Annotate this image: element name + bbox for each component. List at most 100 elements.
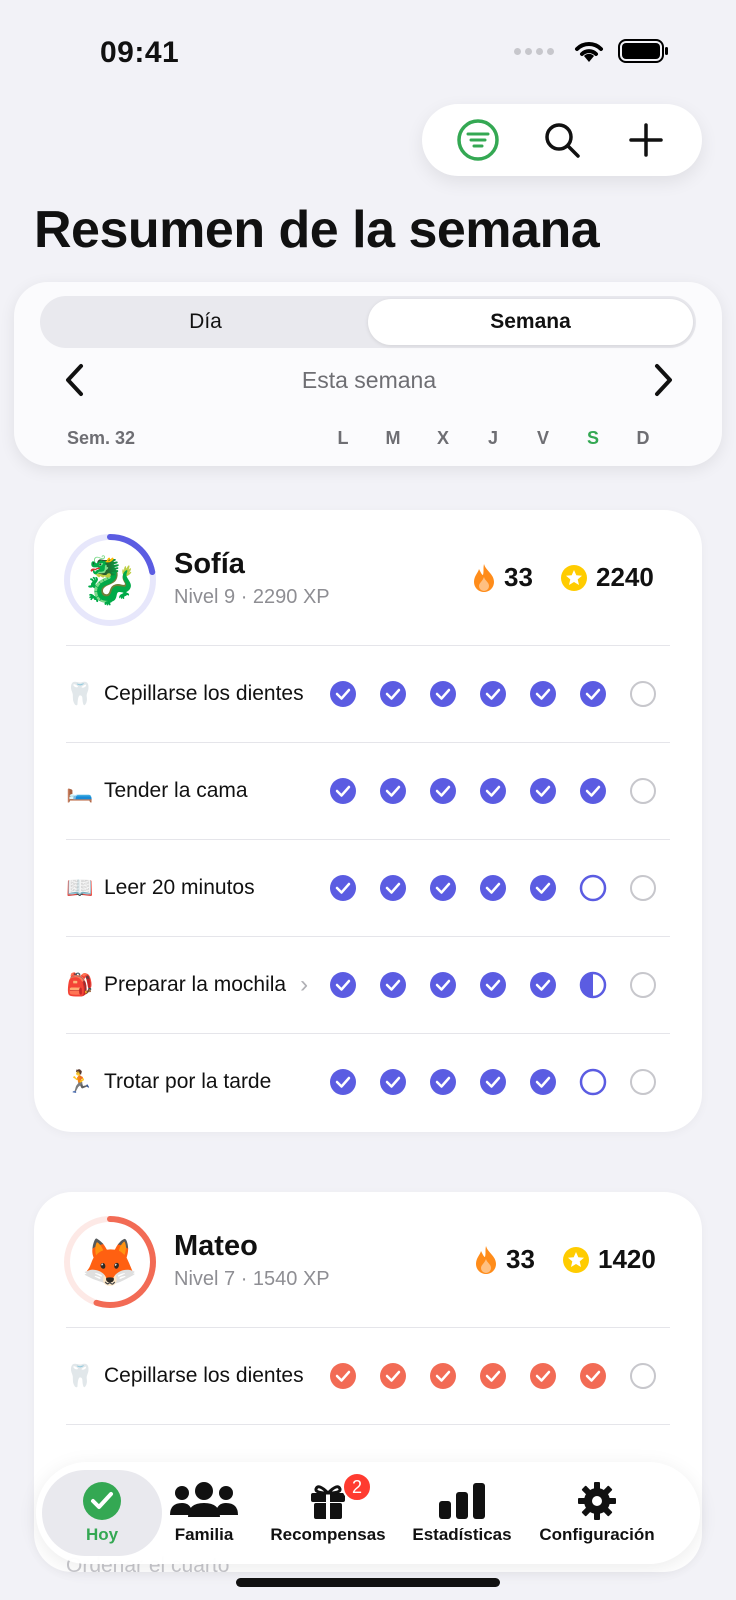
next-week-button[interactable] [644, 360, 684, 400]
task-label-button[interactable]: 📖 Leer 20 minutos [66, 840, 254, 936]
people-icon [170, 1482, 238, 1517]
battery-icon [618, 39, 668, 63]
day-status-empty[interactable] [628, 873, 658, 903]
flame-icon [476, 1245, 496, 1274]
task-row: 🎒 Preparar la mochila › [34, 937, 702, 1033]
day-status-done[interactable] [328, 970, 358, 1000]
day-status-done[interactable] [378, 1067, 408, 1097]
day-status-empty[interactable] [628, 679, 658, 709]
day-status-done[interactable] [428, 970, 458, 1000]
divider [66, 1424, 670, 1425]
day-status-done[interactable] [328, 1361, 358, 1391]
day-status-pending[interactable] [578, 873, 608, 903]
task-name: Tender la cama [104, 779, 248, 802]
tab-familia[interactable]: Familia [158, 1470, 250, 1556]
day-header: J [487, 428, 498, 448]
child-level: Nivel 7 · 1540 XP [174, 1268, 330, 1290]
day-header: L [337, 428, 349, 448]
day-status-done[interactable] [478, 873, 508, 903]
chevron-right-icon: › [300, 971, 309, 998]
child-card[interactable]: 🐉 Sofía Nivel 9 · 2290 XP 33 2240 🦷 Cepillarse… [34, 510, 702, 1132]
tab-label: Estadísticas [412, 1525, 512, 1544]
task-label-button[interactable]: 🦷 Cepillarse los dientes [66, 646, 304, 742]
day-status-done[interactable] [328, 873, 358, 903]
segment-day[interactable]: Día [43, 299, 368, 345]
avatar[interactable]: 🐉 [62, 532, 158, 628]
task-label-button[interactable]: 🦷 Cepillarse los dientes [66, 1328, 303, 1424]
day-status-done[interactable] [428, 873, 458, 903]
day-status-done[interactable] [328, 679, 358, 709]
task-label-button[interactable]: 🏃 Trotar por la tarde [66, 1034, 271, 1130]
top-toolbar [422, 104, 702, 176]
day-status-done[interactable] [378, 679, 408, 709]
task-name: Cepillarse los dientes [104, 682, 304, 705]
day-status-done[interactable] [528, 679, 558, 709]
day-status-done[interactable] [478, 1361, 508, 1391]
signal-icon [514, 47, 554, 55]
previous-week-button[interactable] [54, 360, 94, 400]
task-emoji: 🎒 [66, 972, 94, 997]
day-status-done[interactable] [528, 1361, 558, 1391]
day-status-done[interactable] [378, 1361, 408, 1391]
day-status-done[interactable] [578, 679, 608, 709]
checkmark-circle-icon [83, 1482, 121, 1520]
tab-recompensas[interactable]: Recompensas 2 [270, 1470, 386, 1556]
streak-count: 33 [504, 562, 533, 592]
day-status-done[interactable] [378, 873, 408, 903]
tab-label: Recompensas [270, 1525, 386, 1544]
tab-estadisticas[interactable]: Estadísticas [412, 1470, 512, 1556]
task-emoji: 🦷 [66, 681, 94, 706]
filter-button[interactable] [450, 112, 506, 168]
add-button[interactable] [618, 112, 674, 168]
week-label: Esta semana [301, 366, 437, 393]
day-status-done[interactable] [378, 776, 408, 806]
day-header: X [436, 428, 449, 448]
day-status-done[interactable] [428, 1361, 458, 1391]
page-title: Resumen de la semana [34, 201, 600, 259]
task-emoji: 📖 [66, 875, 94, 900]
day-status-done[interactable] [428, 776, 458, 806]
fox-icon: 🦊 [81, 1235, 139, 1288]
task-row: 🏃 Trotar por la tarde [34, 1034, 702, 1130]
task-label-button[interactable]: 🛏️ Tender la cama [66, 743, 248, 839]
day-status-done[interactable] [528, 873, 558, 903]
day-status-done[interactable] [528, 776, 558, 806]
day-status-done[interactable] [428, 679, 458, 709]
avatar[interactable]: 🦊 [62, 1214, 158, 1310]
gear-icon [578, 1482, 616, 1520]
day-status-done[interactable] [578, 776, 608, 806]
day-status-done[interactable] [478, 679, 508, 709]
day-status-done[interactable] [528, 970, 558, 1000]
notification-badge: 2 [342, 1472, 372, 1502]
filter-icon [457, 119, 499, 161]
status-bar: 09:41 [0, 0, 736, 100]
day-status-empty[interactable] [628, 776, 658, 806]
day-status-done[interactable] [578, 1361, 608, 1391]
day-status-empty[interactable] [628, 1361, 658, 1391]
day-status-done[interactable] [428, 1067, 458, 1097]
tab-label: Configuración [539, 1525, 655, 1544]
day-status-done[interactable] [478, 970, 508, 1000]
tab-hoy[interactable]: Hoy [42, 1470, 162, 1556]
day-status-empty[interactable] [628, 1067, 658, 1097]
day-status-done[interactable] [478, 1067, 508, 1097]
day-status-empty[interactable] [628, 970, 658, 1000]
task-row: 🦷 Cepillarse los dientes [34, 1328, 702, 1424]
segment-week[interactable]: Semana [368, 299, 693, 345]
day-status-pending[interactable] [578, 1067, 608, 1097]
day-status-done[interactable] [528, 1067, 558, 1097]
home-indicator [236, 1578, 500, 1587]
search-button[interactable] [534, 112, 590, 168]
status-icons [514, 38, 670, 64]
day-status-half[interactable] [578, 970, 608, 1000]
bar-chart-icon [439, 1483, 485, 1519]
stars-count: 1420 [598, 1244, 656, 1274]
task-label-button[interactable]: 🎒 Preparar la mochila › [66, 937, 308, 1033]
day-status-done[interactable] [378, 970, 408, 1000]
day-status-done[interactable] [478, 776, 508, 806]
day-status-done[interactable] [328, 776, 358, 806]
stars-stat: 2240 [560, 562, 654, 593]
day-status-done[interactable] [328, 1067, 358, 1097]
tab-configuracion[interactable]: Configuración [534, 1470, 660, 1556]
week-navigator: Esta semana [54, 356, 684, 404]
